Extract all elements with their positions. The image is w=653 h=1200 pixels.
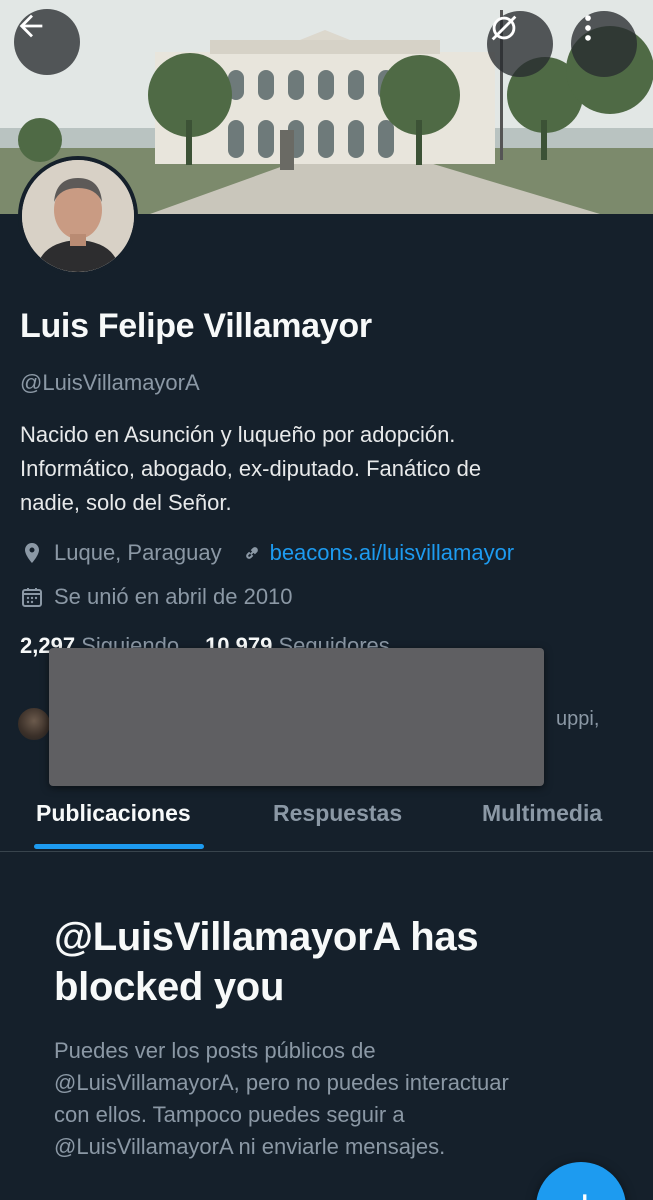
blocked-body-line: @LuisVillamayorA, pero no puedes interac… — [54, 1070, 509, 1095]
tab-publicaciones[interactable]: Publicaciones — [36, 800, 191, 827]
bell-off-icon — [491, 15, 517, 41]
compose-post-button[interactable]: + — [536, 1162, 626, 1200]
redaction-box — [49, 648, 544, 786]
profile-joined-date: Se unió en abril de 2010 — [54, 584, 293, 609]
blocked-body-line: con ellos. Tampoco puedes seguir a — [54, 1102, 405, 1127]
profile-avatar[interactable] — [18, 156, 138, 276]
blocked-title: @LuisVillamayorA has blocked you — [54, 912, 614, 1012]
blocked-title-line: @LuisVillamayorA has — [54, 915, 479, 959]
profile-tabs: Publicaciones Respuestas Multimedia — [0, 788, 653, 852]
active-tab-indicator — [34, 844, 204, 849]
blocked-body-line: @LuisVillamayorA ni enviarle mensajes. — [54, 1134, 446, 1159]
profile-meta-joined-row: Se unió en abril de 2010 — [20, 582, 293, 612]
profile-bio: Nacido en Asunción y luqueño por adopció… — [20, 418, 620, 520]
followed-by-text: uppi, — [556, 708, 600, 730]
bio-line: Nacido en Asunción y luqueño por adopció… — [20, 422, 456, 447]
link-icon — [240, 541, 264, 565]
location-pin-icon — [20, 541, 44, 565]
bio-line: Informático, abogado, ex-diputado. Fanát… — [20, 456, 482, 481]
plus-icon: + — [576, 1186, 594, 1200]
more-options-button[interactable] — [571, 11, 637, 77]
profile-location: Luque, Paraguay — [54, 540, 222, 565]
profile-website-link[interactable]: beacons.ai/luisvillamayor — [270, 540, 515, 566]
avatar-photo — [22, 160, 134, 272]
mute-notifications-button[interactable] — [487, 11, 553, 77]
more-vertical-icon — [585, 15, 591, 41]
back-button[interactable] — [14, 9, 80, 75]
blocked-description: Puedes ver los posts públicos de @LuisVi… — [54, 1035, 624, 1163]
tab-multimedia[interactable]: Multimedia — [482, 800, 602, 827]
profile-name: Luis Felipe Villamayor — [20, 307, 372, 345]
calendar-icon — [20, 585, 44, 609]
follower-avatar — [16, 706, 52, 742]
blocked-body-line: Puedes ver los posts públicos de — [54, 1038, 376, 1063]
blocked-title-line: blocked you — [54, 965, 285, 1009]
bio-line: nadie, solo del Señor. — [20, 490, 232, 515]
profile-meta-location-row: Luque, Paraguay beacons.ai/luisvillamayo… — [20, 538, 514, 568]
tab-respuestas[interactable]: Respuestas — [273, 800, 402, 827]
profile-handle: @LuisVillamayorA — [20, 370, 200, 395]
arrow-left-icon — [19, 14, 43, 38]
